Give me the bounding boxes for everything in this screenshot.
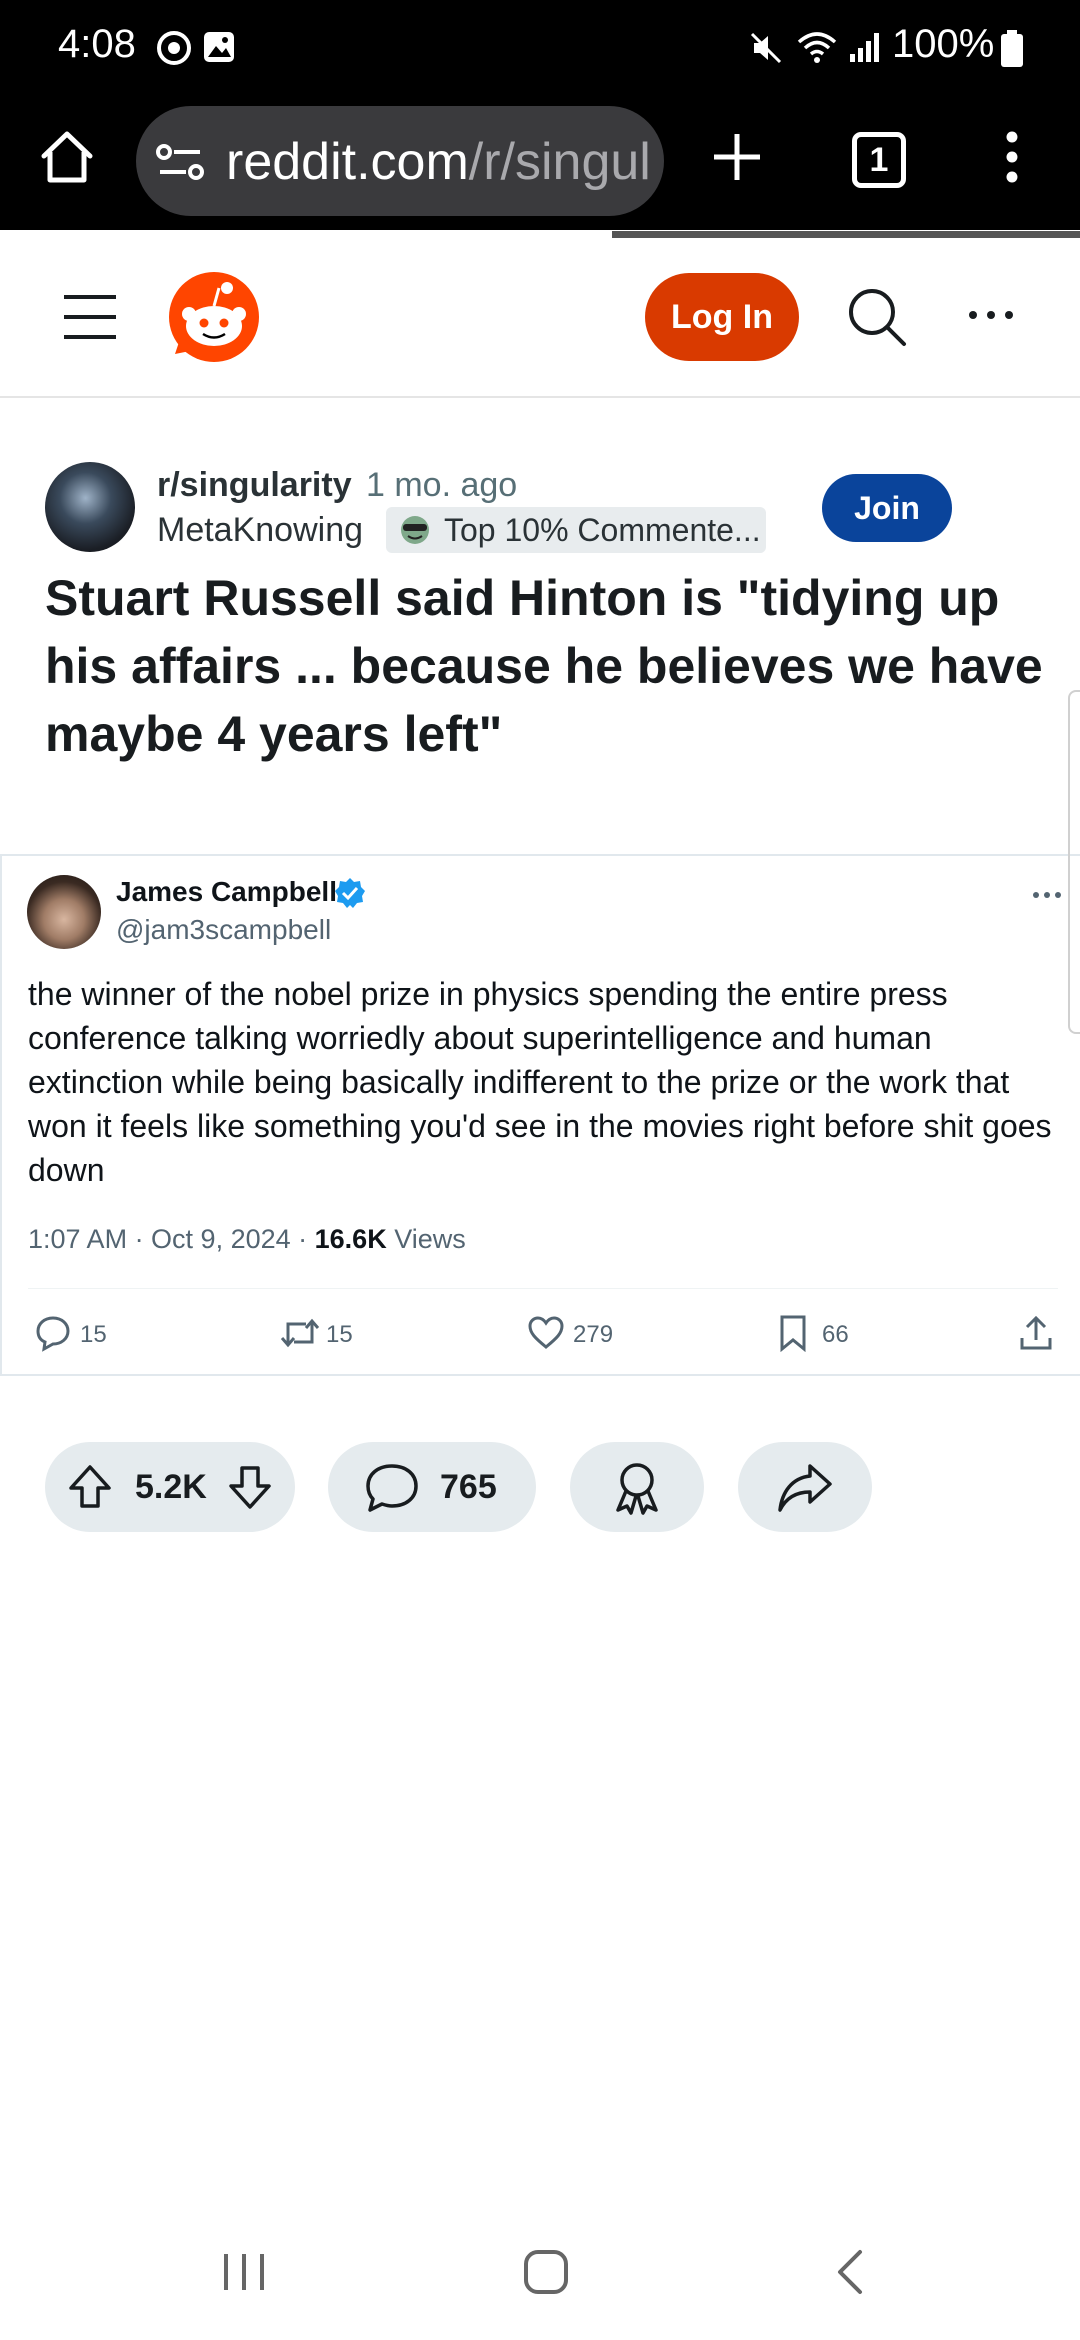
mute-icon	[750, 32, 782, 64]
scroll-indicator[interactable]	[1068, 690, 1080, 1034]
hamburger-menu-icon[interactable]	[62, 293, 118, 341]
upvote-icon[interactable]	[67, 1464, 113, 1510]
gallery-icon	[204, 32, 234, 62]
tweet-bookmark-button[interactable]: 66	[776, 1314, 876, 1352]
tweet-meta: 1:07 AM · Oct 9, 2024 · 16.6K Views	[28, 1224, 466, 1255]
tweet-timestamp: 1:07 AM · Oct 9, 2024 ·	[28, 1224, 315, 1254]
share-arrow-icon	[778, 1464, 832, 1512]
tweet-reply-count: 15	[80, 1321, 107, 1348]
site-settings-icon[interactable]	[156, 142, 206, 182]
page-load-progress	[0, 231, 612, 238]
wifi-icon	[797, 32, 837, 63]
tweet-author-name[interactable]: James Campbell	[116, 876, 337, 908]
reddit-header	[0, 240, 1080, 398]
post-title[interactable]: Stuart Russell said Hinton is "tidying u…	[45, 564, 1045, 768]
tweet-like-button[interactable]: 279	[527, 1314, 627, 1352]
address-bar[interactable]: reddit.com/r/singul	[136, 106, 664, 216]
tweet-avatar[interactable]	[27, 875, 101, 949]
battery-icon	[1001, 30, 1023, 67]
award-icon	[616, 1463, 658, 1515]
like-heart-icon	[528, 1316, 564, 1349]
back-nav-icon[interactable]	[832, 2248, 868, 2296]
status-time: 4:08	[58, 22, 136, 66]
home-icon[interactable]	[38, 128, 96, 186]
post-time: 1 mo. ago	[366, 466, 518, 504]
more-options-icon[interactable]	[966, 308, 1016, 322]
recent-apps-icon[interactable]	[220, 2250, 268, 2294]
tweet-views-label: Views	[386, 1224, 466, 1254]
comment-count: 765	[440, 1468, 497, 1506]
vote-count: 5.2K	[135, 1468, 207, 1506]
join-button[interactable]: Join	[822, 474, 952, 542]
login-button[interactable]: Log In	[645, 273, 799, 361]
overflow-menu-icon[interactable]	[1000, 130, 1024, 184]
vote-pill: 5.2K	[45, 1442, 295, 1532]
tweet-retweet-button[interactable]: 15	[280, 1314, 380, 1352]
signal-icon	[850, 33, 879, 62]
tweet-views-count: 16.6K	[314, 1224, 387, 1254]
bookmark-icon	[780, 1315, 806, 1352]
search-icon[interactable]	[846, 286, 908, 348]
flair-text: Top 10% Commente...	[444, 512, 761, 548]
retweet-icon	[280, 1318, 320, 1348]
reply-icon	[36, 1316, 70, 1352]
downvote-icon[interactable]	[227, 1464, 273, 1510]
tab-count: 1	[869, 141, 889, 179]
tweet-divider	[28, 1288, 1058, 1289]
battery-percent: 100%	[892, 22, 995, 66]
tweet-reply-button[interactable]: 15	[34, 1314, 134, 1352]
tweet-handle[interactable]: @jam3scampbell	[116, 914, 331, 946]
comment-icon	[366, 1464, 418, 1512]
flair-emoji-icon	[401, 516, 429, 544]
subreddit-name[interactable]: r/singularity	[157, 466, 352, 505]
tab-switcher-button[interactable]: 1	[852, 132, 906, 188]
user-flair: Top 10% Commente...	[386, 507, 766, 553]
tweet-share-icon[interactable]	[1018, 1314, 1054, 1352]
home-nav-icon[interactable]	[522, 2248, 570, 2296]
tweet-more-icon[interactable]	[1032, 890, 1062, 900]
award-button[interactable]	[570, 1442, 704, 1532]
url-text: reddit.com/r/singul	[226, 133, 651, 191]
subreddit-avatar[interactable]	[45, 462, 135, 552]
share-button[interactable]	[738, 1442, 872, 1532]
tweet-like-count: 279	[573, 1321, 614, 1348]
tweet-text: the winner of the nobel prize in physics…	[28, 976, 1052, 1188]
page-load-progress-track	[612, 231, 1080, 238]
post-author[interactable]: MetaKnowing	[157, 511, 363, 550]
sync-icon	[157, 31, 191, 65]
tweet-retweet-count: 15	[326, 1321, 353, 1348]
tweet-bookmark-count: 66	[822, 1321, 849, 1348]
new-tab-icon[interactable]	[710, 130, 764, 184]
verified-badge-icon	[335, 878, 365, 908]
comments-button[interactable]: 765	[328, 1442, 536, 1532]
reddit-logo-icon[interactable]	[167, 270, 261, 364]
status-bar: 4:08 100%	[0, 0, 1080, 100]
